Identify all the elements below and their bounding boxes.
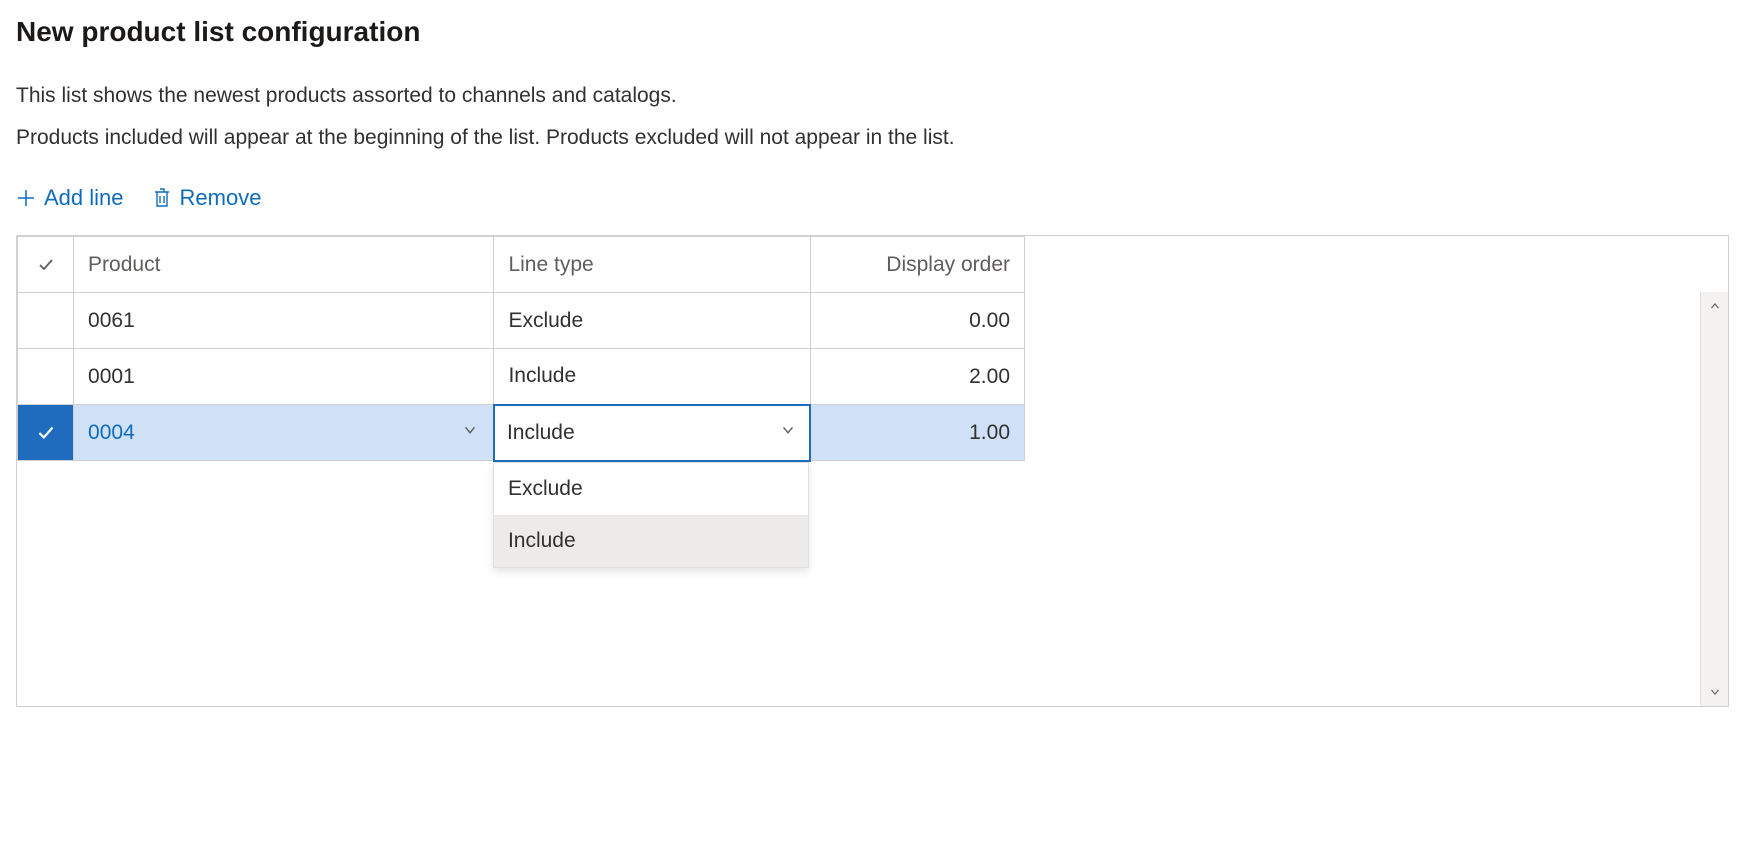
remove-button[interactable]: Remove xyxy=(152,181,262,215)
grid-scrollbar xyxy=(1700,292,1728,706)
scroll-up-button[interactable] xyxy=(1701,292,1728,320)
grid-wrapper: Product Line type Display order 0061 Exc… xyxy=(16,235,1729,707)
line-type-value: Include xyxy=(507,421,575,445)
chevron-down-icon[interactable] xyxy=(461,421,479,445)
row-select-cell[interactable] xyxy=(18,405,74,461)
product-cell[interactable]: 0004 xyxy=(74,405,494,461)
column-header-product[interactable]: Product xyxy=(74,237,494,293)
column-header-display-order[interactable]: Display order xyxy=(810,237,1024,293)
line-type-cell[interactable]: Exclude xyxy=(494,293,810,349)
line-type-dropdown-flyout: Exclude Include xyxy=(493,462,809,568)
scroll-down-button[interactable] xyxy=(1701,678,1728,706)
chevron-down-icon[interactable] xyxy=(779,421,797,445)
product-grid: Product Line type Display order 0061 Exc… xyxy=(17,236,1025,462)
product-cell[interactable]: 0001 xyxy=(74,349,494,405)
remove-label: Remove xyxy=(180,185,262,211)
table-row[interactable]: 0004 Include xyxy=(18,405,1025,461)
display-order-cell[interactable]: 0.00 xyxy=(810,293,1024,349)
product-value: 0004 xyxy=(88,421,135,445)
check-icon xyxy=(32,255,59,275)
column-header-line-type[interactable]: Line type xyxy=(494,237,810,293)
toolbar: Add line Remove xyxy=(16,181,1729,215)
table-row[interactable]: 0001 Include 2.00 xyxy=(18,349,1025,405)
plus-icon xyxy=(16,188,36,208)
line-type-cell[interactable]: Include xyxy=(494,349,810,405)
table-row[interactable]: 0061 Exclude 0.00 xyxy=(18,293,1025,349)
line-type-dropdown[interactable]: Include Exclude Include xyxy=(494,405,810,461)
trash-icon xyxy=(152,187,172,209)
display-order-cell[interactable]: 2.00 xyxy=(810,349,1024,405)
row-select-cell[interactable] xyxy=(18,349,74,405)
display-order-cell[interactable]: 1.00 xyxy=(810,405,1024,461)
dropdown-option-include[interactable]: Include xyxy=(494,515,808,567)
select-all-header[interactable] xyxy=(18,237,74,293)
check-icon xyxy=(18,405,73,460)
description-line-2: Products included will appear at the beg… xyxy=(16,122,1729,154)
grid-header-row: Product Line type Display order xyxy=(18,237,1025,293)
row-select-cell[interactable] xyxy=(18,293,74,349)
add-line-button[interactable]: Add line xyxy=(16,181,124,215)
description-line-1: This list shows the newest products asso… xyxy=(16,80,1729,112)
add-line-label: Add line xyxy=(44,185,124,211)
product-cell[interactable]: 0061 xyxy=(74,293,494,349)
dropdown-option-exclude[interactable]: Exclude xyxy=(494,463,808,515)
page-title: New product list configuration xyxy=(16,16,1729,48)
